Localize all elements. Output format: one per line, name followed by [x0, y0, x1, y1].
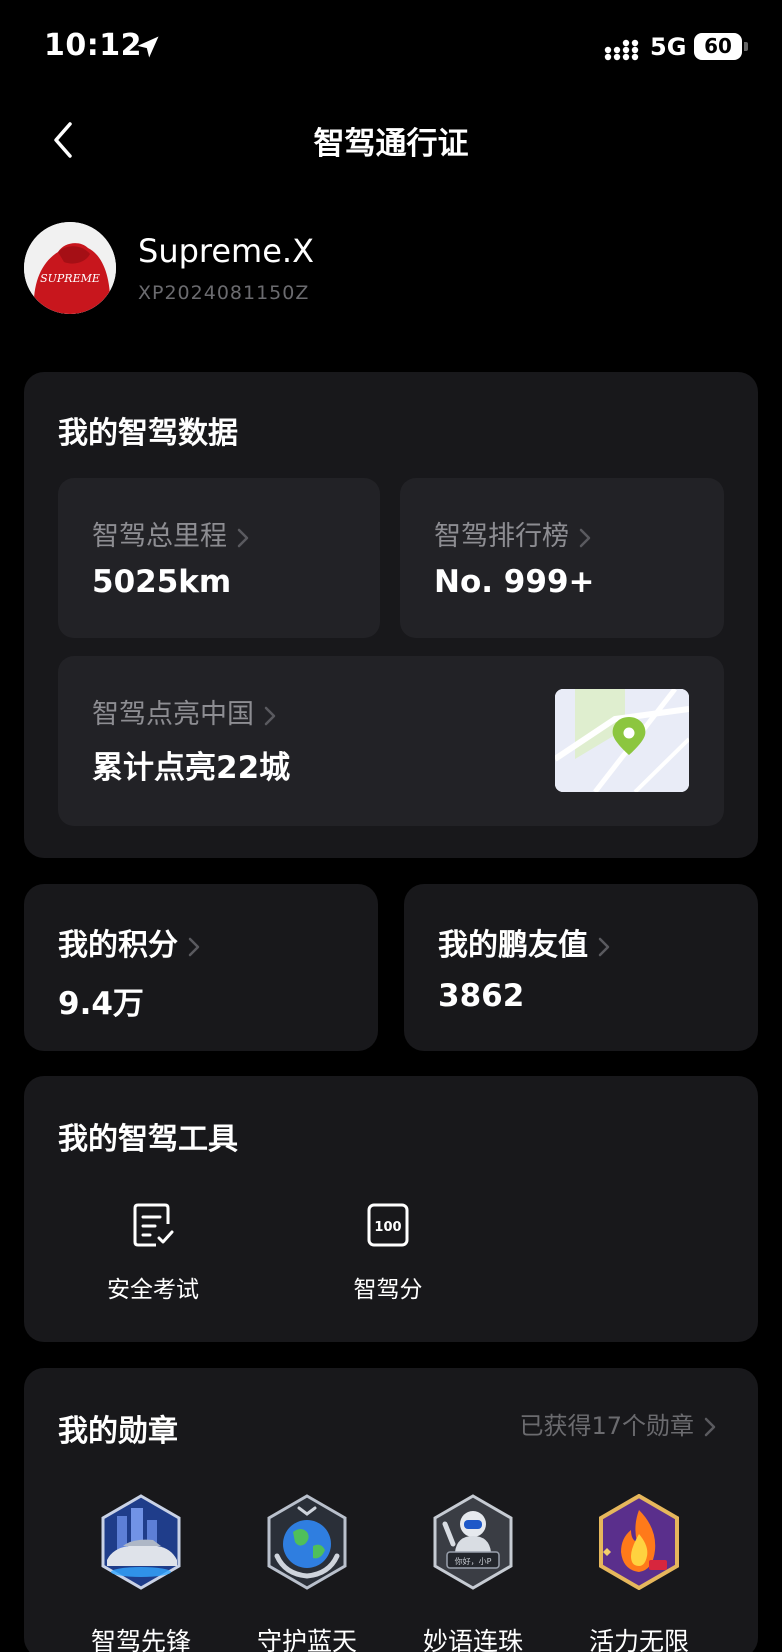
tool-driving-score[interactable]: 100 智驾分 — [308, 1202, 468, 1322]
tool-safety-exam[interactable]: 安全考试 — [73, 1202, 233, 1322]
tools-card: 我的智驾工具 安全考试 100 智驾分 — [24, 1076, 758, 1342]
chevron-right-icon — [237, 528, 249, 547]
user-id: XP2024081150Z — [138, 282, 310, 304]
battery-icon: 60 — [694, 33, 742, 60]
section-title-driving-data: 我的智驾数据 — [58, 416, 238, 451]
status-bar: 10:12 5G 60 — [0, 0, 782, 96]
light-china-label: 智驾点亮中国 — [92, 692, 280, 731]
medal-label: 妙语连珠 — [422, 1627, 523, 1652]
light-china-value: 累计点亮22城 — [92, 750, 291, 786]
total-mileage-label: 智驾总里程 — [92, 514, 253, 553]
profile-header[interactable]: SUPREME Supreme.X XP2024081150Z — [24, 222, 764, 318]
map-pin-icon — [555, 689, 689, 792]
friend-value-value: 3862 — [438, 978, 525, 1014]
battery-nub — [744, 42, 748, 51]
total-mileage-card[interactable]: 智驾总里程 5025km — [58, 478, 380, 638]
network-type: 5G — [650, 33, 687, 61]
status-time: 10:12 — [44, 28, 142, 63]
exam-icon — [133, 1203, 174, 1247]
friend-value-card[interactable]: 我的鹏友值 3862 — [404, 884, 758, 1051]
medal-item[interactable]: 你好，小P 妙语连珠 — [403, 1494, 543, 1652]
fire-medal-icon — [599, 1494, 679, 1590]
points-label: 我的积分 — [58, 920, 204, 964]
avatar[interactable]: SUPREME — [24, 222, 116, 314]
section-title-medals: 我的勋章 — [58, 1414, 178, 1449]
earth-medal-icon — [267, 1494, 347, 1590]
location-arrow-icon — [137, 36, 159, 58]
medals-card: 我的勋章 已获得17个勋章 智驾先锋 守护蓝天 你好，小P 妙语连珠 活力无限 — [24, 1368, 758, 1652]
avatar-text: SUPREME — [40, 272, 100, 285]
page-title: 智驾通行证 — [313, 126, 469, 162]
medal-label: 活力无限 — [588, 1627, 689, 1652]
points-value: 9.4万 — [58, 986, 144, 1022]
friend-value-label: 我的鹏友值 — [438, 920, 614, 964]
chevron-right-icon — [188, 937, 200, 956]
score-icon: 100 — [367, 1203, 409, 1247]
chevron-right-icon — [598, 937, 610, 956]
ranking-value: No. 999+ — [434, 564, 595, 600]
chevron-right-icon — [579, 528, 591, 547]
chevron-right-icon — [704, 1417, 716, 1437]
avatar-image: SUPREME — [24, 222, 116, 314]
username: Supreme.X — [138, 232, 314, 270]
signal-icon — [604, 39, 639, 61]
map-thumbnail[interactable] — [555, 689, 689, 792]
robot-medal-icon: 你好，小P — [433, 1494, 513, 1590]
points-card[interactable]: 我的积分 9.4万 — [24, 884, 378, 1051]
tool-label: 智驾分 — [353, 1277, 423, 1303]
medal-label: 智驾先锋 — [90, 1627, 191, 1652]
ranking-label: 智驾排行榜 — [434, 514, 595, 553]
tool-label: 安全考试 — [107, 1277, 199, 1303]
light-china-card[interactable]: 智驾点亮中国 累计点亮22城 — [58, 656, 724, 826]
medal-item[interactable]: 智驾先锋 — [71, 1494, 211, 1652]
ranking-card[interactable]: 智驾排行榜 No. 999+ — [400, 478, 724, 638]
medal-label: 守护蓝天 — [256, 1627, 357, 1652]
chevron-right-icon — [264, 706, 276, 725]
driving-data-card: 我的智驾数据 智驾总里程 5025km 智驾排行榜 No. 999+ 智驾点亮中… — [24, 372, 758, 858]
nav-bar: 智驾通行证 — [0, 96, 782, 184]
score-icon-text: 100 — [374, 1220, 401, 1235]
robot-sign-text: 你好，小P — [455, 1556, 492, 1566]
section-title-tools: 我的智驾工具 — [58, 1122, 238, 1157]
car-city-medal-icon — [101, 1494, 181, 1590]
medal-item[interactable]: 活力无限 — [569, 1494, 709, 1652]
total-mileage-value: 5025km — [92, 564, 232, 600]
medals-summary-link[interactable]: 已获得17个勋章 — [519, 1406, 720, 1441]
medal-item[interactable]: 守护蓝天 — [237, 1494, 377, 1652]
